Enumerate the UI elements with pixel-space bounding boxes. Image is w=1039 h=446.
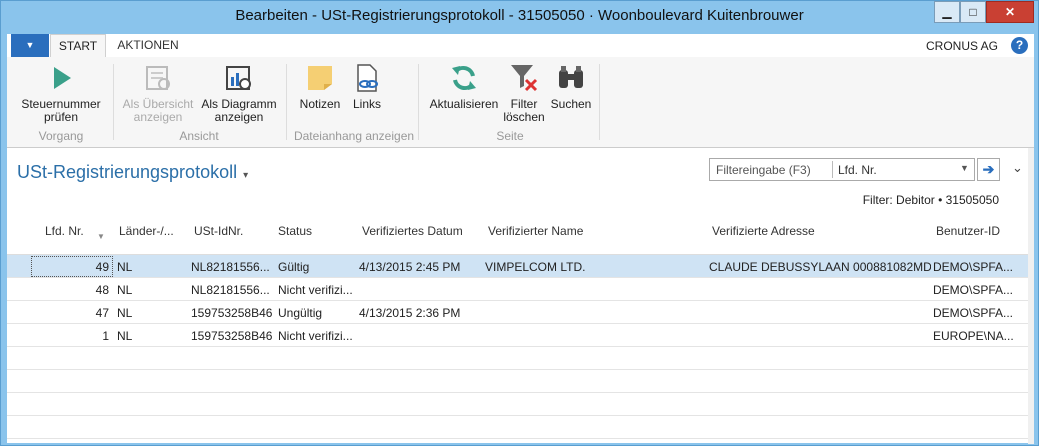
als-diagramm-label: Als Diagramm anzeigen <box>201 97 277 124</box>
cell-lfd[interactable]: 49 <box>31 260 109 274</box>
column-header-benutzer-id[interactable]: Benutzer-ID <box>936 224 1000 238</box>
cell-status[interactable]: Ungültig <box>278 306 358 320</box>
steuernummer-pruefen-button[interactable]: Steuernummer prüfen <box>13 62 109 124</box>
app-window: Bearbeiten - USt-Registrierungsprotokoll… <box>0 0 1039 446</box>
cell-land[interactable]: NL <box>117 329 187 343</box>
cell-benutzer[interactable]: DEMO\SPFA... <box>933 306 1023 320</box>
als-uebersicht-label: Als Übersicht anzeigen <box>122 97 194 124</box>
column-header-verifizierter-name[interactable]: Verifizierter Name <box>488 224 583 238</box>
empty-row[interactable] <box>7 347 1028 370</box>
group-separator <box>418 64 419 140</box>
group-separator <box>286 64 287 140</box>
als-diagramm-button[interactable]: Als Diagramm anzeigen <box>199 62 279 124</box>
group-separator <box>113 64 114 140</box>
list-page: USt-Registrierungsprotokoll ▾ Filtereinga… <box>7 147 1034 444</box>
cell-datum[interactable]: 4/13/2015 2:36 PM <box>359 306 483 320</box>
cell-land[interactable]: NL <box>117 306 187 320</box>
cell-land[interactable]: NL <box>117 260 187 274</box>
chevron-down-icon[interactable]: ▼ <box>960 163 969 173</box>
title-bar: Bearbeiten - USt-Registrierungsprotokoll… <box>1 1 1038 33</box>
empty-row[interactable] <box>7 370 1028 393</box>
als-uebersicht-button[interactable]: Als Übersicht anzeigen <box>119 62 197 124</box>
column-header-ust-id[interactable]: USt-IdNr. <box>194 224 243 238</box>
notizen-label: Notizen <box>299 97 341 111</box>
table-row[interactable]: 47 NL 159753258B46 Ungültig 4/13/2015 2:36 P… <box>7 301 1028 324</box>
column-header-lfd-nr[interactable]: Lfd. Nr. <box>45 224 84 238</box>
empty-row[interactable] <box>7 416 1028 439</box>
ribbon: ▼ START AKTIONEN CRONUS AG ? Steuernumme… <box>7 34 1034 147</box>
expand-icon[interactable]: ⌄ <box>1012 160 1023 176</box>
cell-status[interactable]: Gültig <box>278 260 358 274</box>
cell-benutzer[interactable]: EUROPE\NA... <box>933 329 1023 343</box>
column-header-verifizierte-adresse[interactable]: Verifizierte Adresse <box>712 224 815 238</box>
links-button[interactable]: Links <box>347 62 387 111</box>
filter-box: Filtereingabe (F3) Lfd. Nr. ▼ <box>709 158 975 181</box>
aktualisieren-label: Aktualisieren <box>429 97 499 111</box>
column-header-laender[interactable]: Länder-/... <box>119 224 174 238</box>
aktualisieren-button[interactable]: Aktualisieren <box>425 62 503 111</box>
filter-clear-icon <box>511 65 538 92</box>
filter-input[interactable]: Filtereingabe (F3) <box>716 163 811 177</box>
minimize-button[interactable]: ▁ <box>934 1 960 23</box>
table-row[interactable]: 48 NL NL82181556... Nicht verifizi... DEMO\S… <box>7 278 1028 301</box>
group-label-dateianhang: Dateianhang anzeigen <box>293 129 415 143</box>
close-button[interactable]: ✕ <box>986 1 1034 23</box>
group-label-vorgang: Vorgang <box>38 129 84 143</box>
filter-field-select[interactable]: Lfd. Nr. <box>838 163 877 177</box>
cell-ustid[interactable]: NL82181556... <box>191 260 275 274</box>
notizen-button[interactable]: Notizen <box>295 62 345 111</box>
cell-ustid[interactable]: 159753258B46 <box>191 329 275 343</box>
divider <box>832 161 833 178</box>
window-title: Bearbeiten - USt-Registrierungsprotokoll… <box>235 7 804 24</box>
column-header-status[interactable]: Status <box>278 224 312 238</box>
apply-filter-button[interactable]: ➔ <box>977 158 1000 181</box>
tab-aktionen[interactable]: AKTIONEN <box>111 34 185 57</box>
cell-lfd[interactable]: 47 <box>31 306 109 320</box>
cell-lfd[interactable]: 1 <box>31 329 109 343</box>
sort-descending-icon[interactable]: ▼ <box>97 232 105 241</box>
table-row[interactable]: 1 NL 159753258B46 Nicht verifizi... EUROPE\N… <box>7 324 1028 347</box>
chart-view-icon <box>226 66 251 90</box>
ribbon-tab-row: ▼ START AKTIONEN CRONUS AG ? <box>7 34 1034 57</box>
refresh-icon <box>452 65 476 91</box>
group-label-ansicht: Ansicht <box>179 129 219 143</box>
play-icon <box>54 67 71 89</box>
filter-info: Filter: Debitor • 31505050 <box>862 193 999 207</box>
links-label: Links <box>352 97 381 111</box>
suchen-label: Suchen <box>550 97 592 111</box>
maximize-button[interactable]: □ <box>960 1 986 23</box>
cell-ustid[interactable]: NL82181556... <box>191 283 275 297</box>
filter-loeschen-label: Filter löschen <box>503 97 545 124</box>
binoculars-icon <box>559 66 583 88</box>
filter-loeschen-button[interactable]: Filter löschen <box>503 62 545 124</box>
column-header-verifiziertes-datum[interactable]: Verifiziertes Datum <box>362 224 463 238</box>
app-menu-button[interactable]: ▼ <box>11 34 49 57</box>
cell-status[interactable]: Nicht verifizi... <box>278 329 358 343</box>
suchen-button[interactable]: Suchen <box>548 62 594 111</box>
cell-lfd[interactable]: 48 <box>31 283 109 297</box>
cell-adresse[interactable]: CLAUDE DEBUSSYLAAN 000881082MD ... <box>709 260 931 274</box>
cell-benutzer[interactable]: DEMO\SPFA... <box>933 260 1023 274</box>
help-icon[interactable]: ? <box>1011 37 1028 54</box>
steuernummer-pruefen-label: Steuernummer prüfen <box>21 97 101 124</box>
group-label-seite: Seite <box>496 129 524 143</box>
group-separator <box>599 64 600 140</box>
cell-name[interactable]: VIMPELCOM LTD. <box>485 260 707 274</box>
tab-start[interactable]: START <box>50 34 106 57</box>
page-title[interactable]: USt-Registrierungsprotokoll ▾ <box>17 162 248 183</box>
page-title-text: USt-Registrierungsprotokoll <box>17 162 238 182</box>
cell-datum[interactable]: 4/13/2015 2:45 PM <box>359 260 483 274</box>
link-icon <box>357 64 378 92</box>
chevron-down-icon[interactable]: ▾ <box>243 170 248 181</box>
cell-ustid[interactable]: 159753258B46 <box>191 306 275 320</box>
empty-row[interactable] <box>7 393 1028 416</box>
note-icon <box>308 66 332 90</box>
cell-benutzer[interactable]: DEMO\SPFA... <box>933 283 1023 297</box>
company-name[interactable]: CRONUS AG <box>926 39 998 53</box>
cell-land[interactable]: NL <box>117 283 187 297</box>
vertical-scrollbar[interactable] <box>1028 148 1034 444</box>
table-row[interactable]: 49 NL NL82181556... Gültig 4/13/2015 2:45 PM… <box>7 255 1028 278</box>
list-view-icon <box>146 66 170 90</box>
cell-status[interactable]: Nicht verifizi... <box>278 283 358 297</box>
